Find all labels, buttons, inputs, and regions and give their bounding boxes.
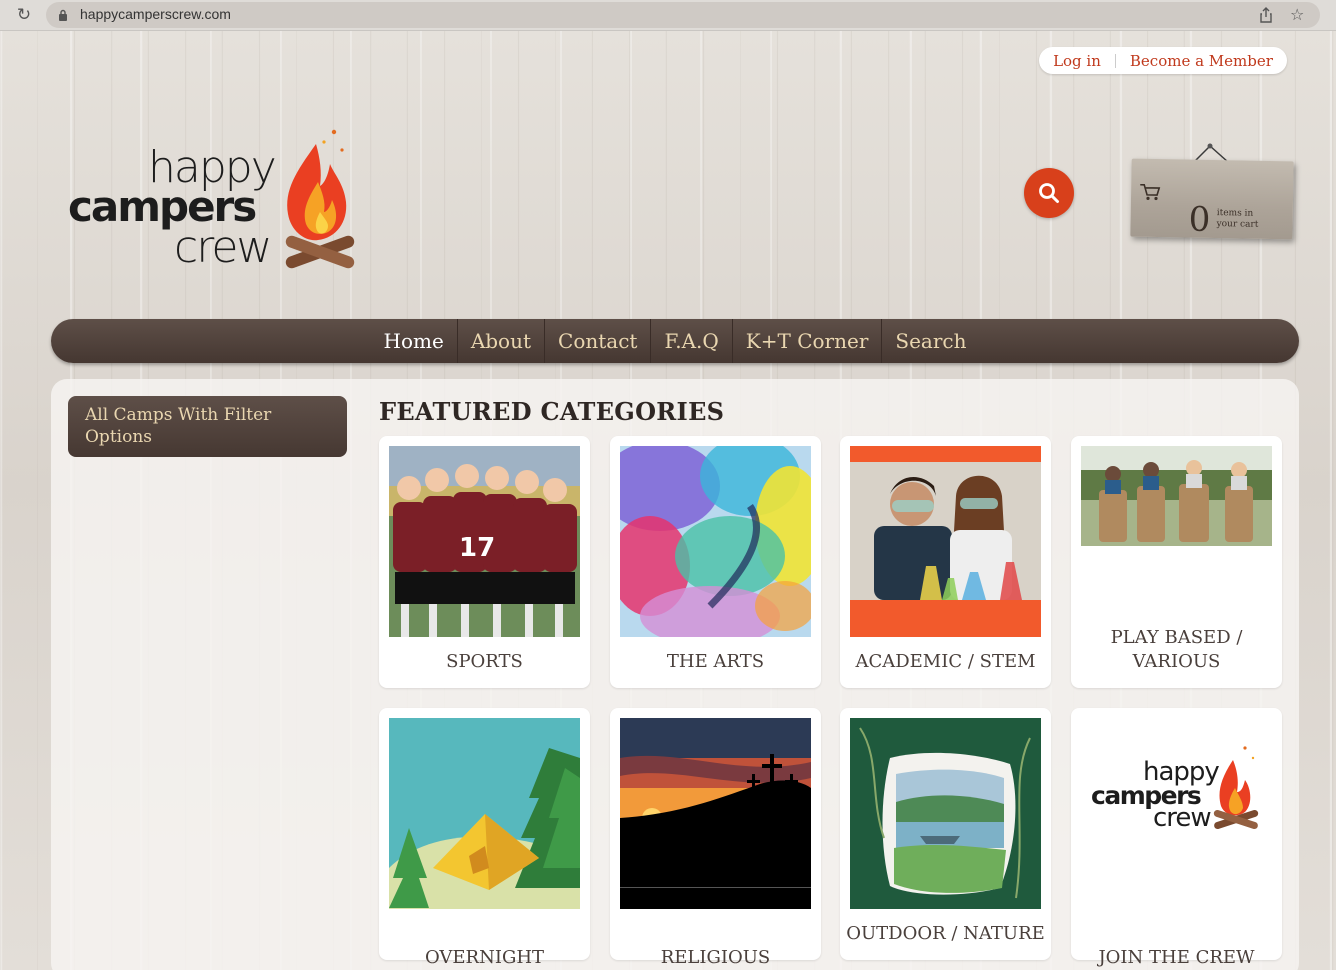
become-member-link[interactable]: Become a Member (1116, 52, 1287, 70)
category-card-stem[interactable]: ACADEMIC / STEM (840, 436, 1051, 688)
tent-illustration (389, 718, 580, 909)
svg-text:crew: crew (1153, 803, 1211, 833)
reload-icon[interactable]: ↻ (14, 5, 34, 25)
category-label: OUTDOOR / NATURE (846, 923, 1045, 944)
cart-label: items in your cart (1216, 208, 1259, 230)
category-card-join[interactable]: happy campers crew JOIN THE CREW (1071, 708, 1282, 968)
category-card-outdoor[interactable]: OUTDOOR / NATURE (840, 708, 1051, 960)
url-text: happycamperscrew.com (80, 6, 231, 22)
nav-search[interactable]: Search (882, 319, 979, 363)
category-label: THE ARTS (666, 651, 765, 672)
lake-watercolor (850, 718, 1041, 909)
sports-photo: 17 (389, 446, 580, 637)
lab-photo (850, 446, 1041, 637)
nav-about[interactable]: About (458, 319, 546, 363)
category-label: SPORTS (446, 651, 523, 672)
category-card-overnight[interactable]: OVERNIGHT (379, 708, 590, 968)
bookmark-star-icon[interactable]: ☆ (1290, 5, 1304, 24)
category-label: ACADEMIC / STEM (855, 651, 1036, 672)
nav-faq[interactable]: F.A.Q (651, 319, 733, 363)
category-label: OVERNIGHT (424, 947, 545, 968)
address-bar[interactable]: happycamperscrew.com ☆ (46, 2, 1320, 28)
browser-toolbar: ↻ happycamperscrew.com ☆ (0, 0, 1336, 31)
logo-image: happy campers crew (1081, 718, 1272, 909)
share-icon[interactable] (1259, 7, 1273, 23)
nav-contact[interactable]: Contact (545, 319, 652, 363)
featured-categories-title: FEATURED CATEGORIES (379, 397, 725, 426)
crosses-sunset-photo (620, 718, 811, 909)
site-logo[interactable]: happy campers crew (68, 128, 358, 274)
lock-icon (59, 9, 67, 21)
campfire-icon (285, 129, 355, 269)
sack-race-photo (1081, 446, 1272, 546)
login-link[interactable]: Log in (1039, 52, 1115, 70)
category-card-sports[interactable]: 17 SPORTS (379, 436, 590, 688)
all-camps-filter-button[interactable]: All Camps With Filter Options (68, 396, 347, 457)
cart-widget[interactable]: 0 items in your cart (1128, 142, 1296, 244)
svg-text:17: 17 (459, 533, 495, 563)
main-nav: Home About Contact F.A.Q K+T Corner Sear… (51, 319, 1299, 363)
category-card-play-based[interactable]: PLAY BASED / VARIOUS (1071, 436, 1282, 688)
search-icon (1039, 183, 1059, 203)
content-panel: All Camps With Filter Options FEATURED C… (51, 379, 1299, 970)
nav-home[interactable]: Home (371, 319, 458, 363)
category-card-religious[interactable]: RELIGIOUS (610, 708, 821, 968)
watercolor-photo (620, 446, 811, 637)
nav-kt-corner[interactable]: K+T Corner (733, 319, 883, 363)
category-label: JOIN THE CREW (1098, 947, 1255, 968)
cart-count: 0 (1188, 199, 1211, 240)
logo-word-crew: crew (174, 222, 272, 273)
account-links: Log in Become a Member (1039, 47, 1287, 74)
category-label: PLAY BASED / VARIOUS (1110, 627, 1243, 672)
header-search-button[interactable] (1024, 168, 1074, 218)
cart-icon (1140, 183, 1161, 201)
category-card-arts[interactable]: THE ARTS (610, 436, 821, 688)
category-label: RELIGIOUS (660, 947, 771, 968)
cart-board: 0 items in your cart (1130, 158, 1294, 240)
